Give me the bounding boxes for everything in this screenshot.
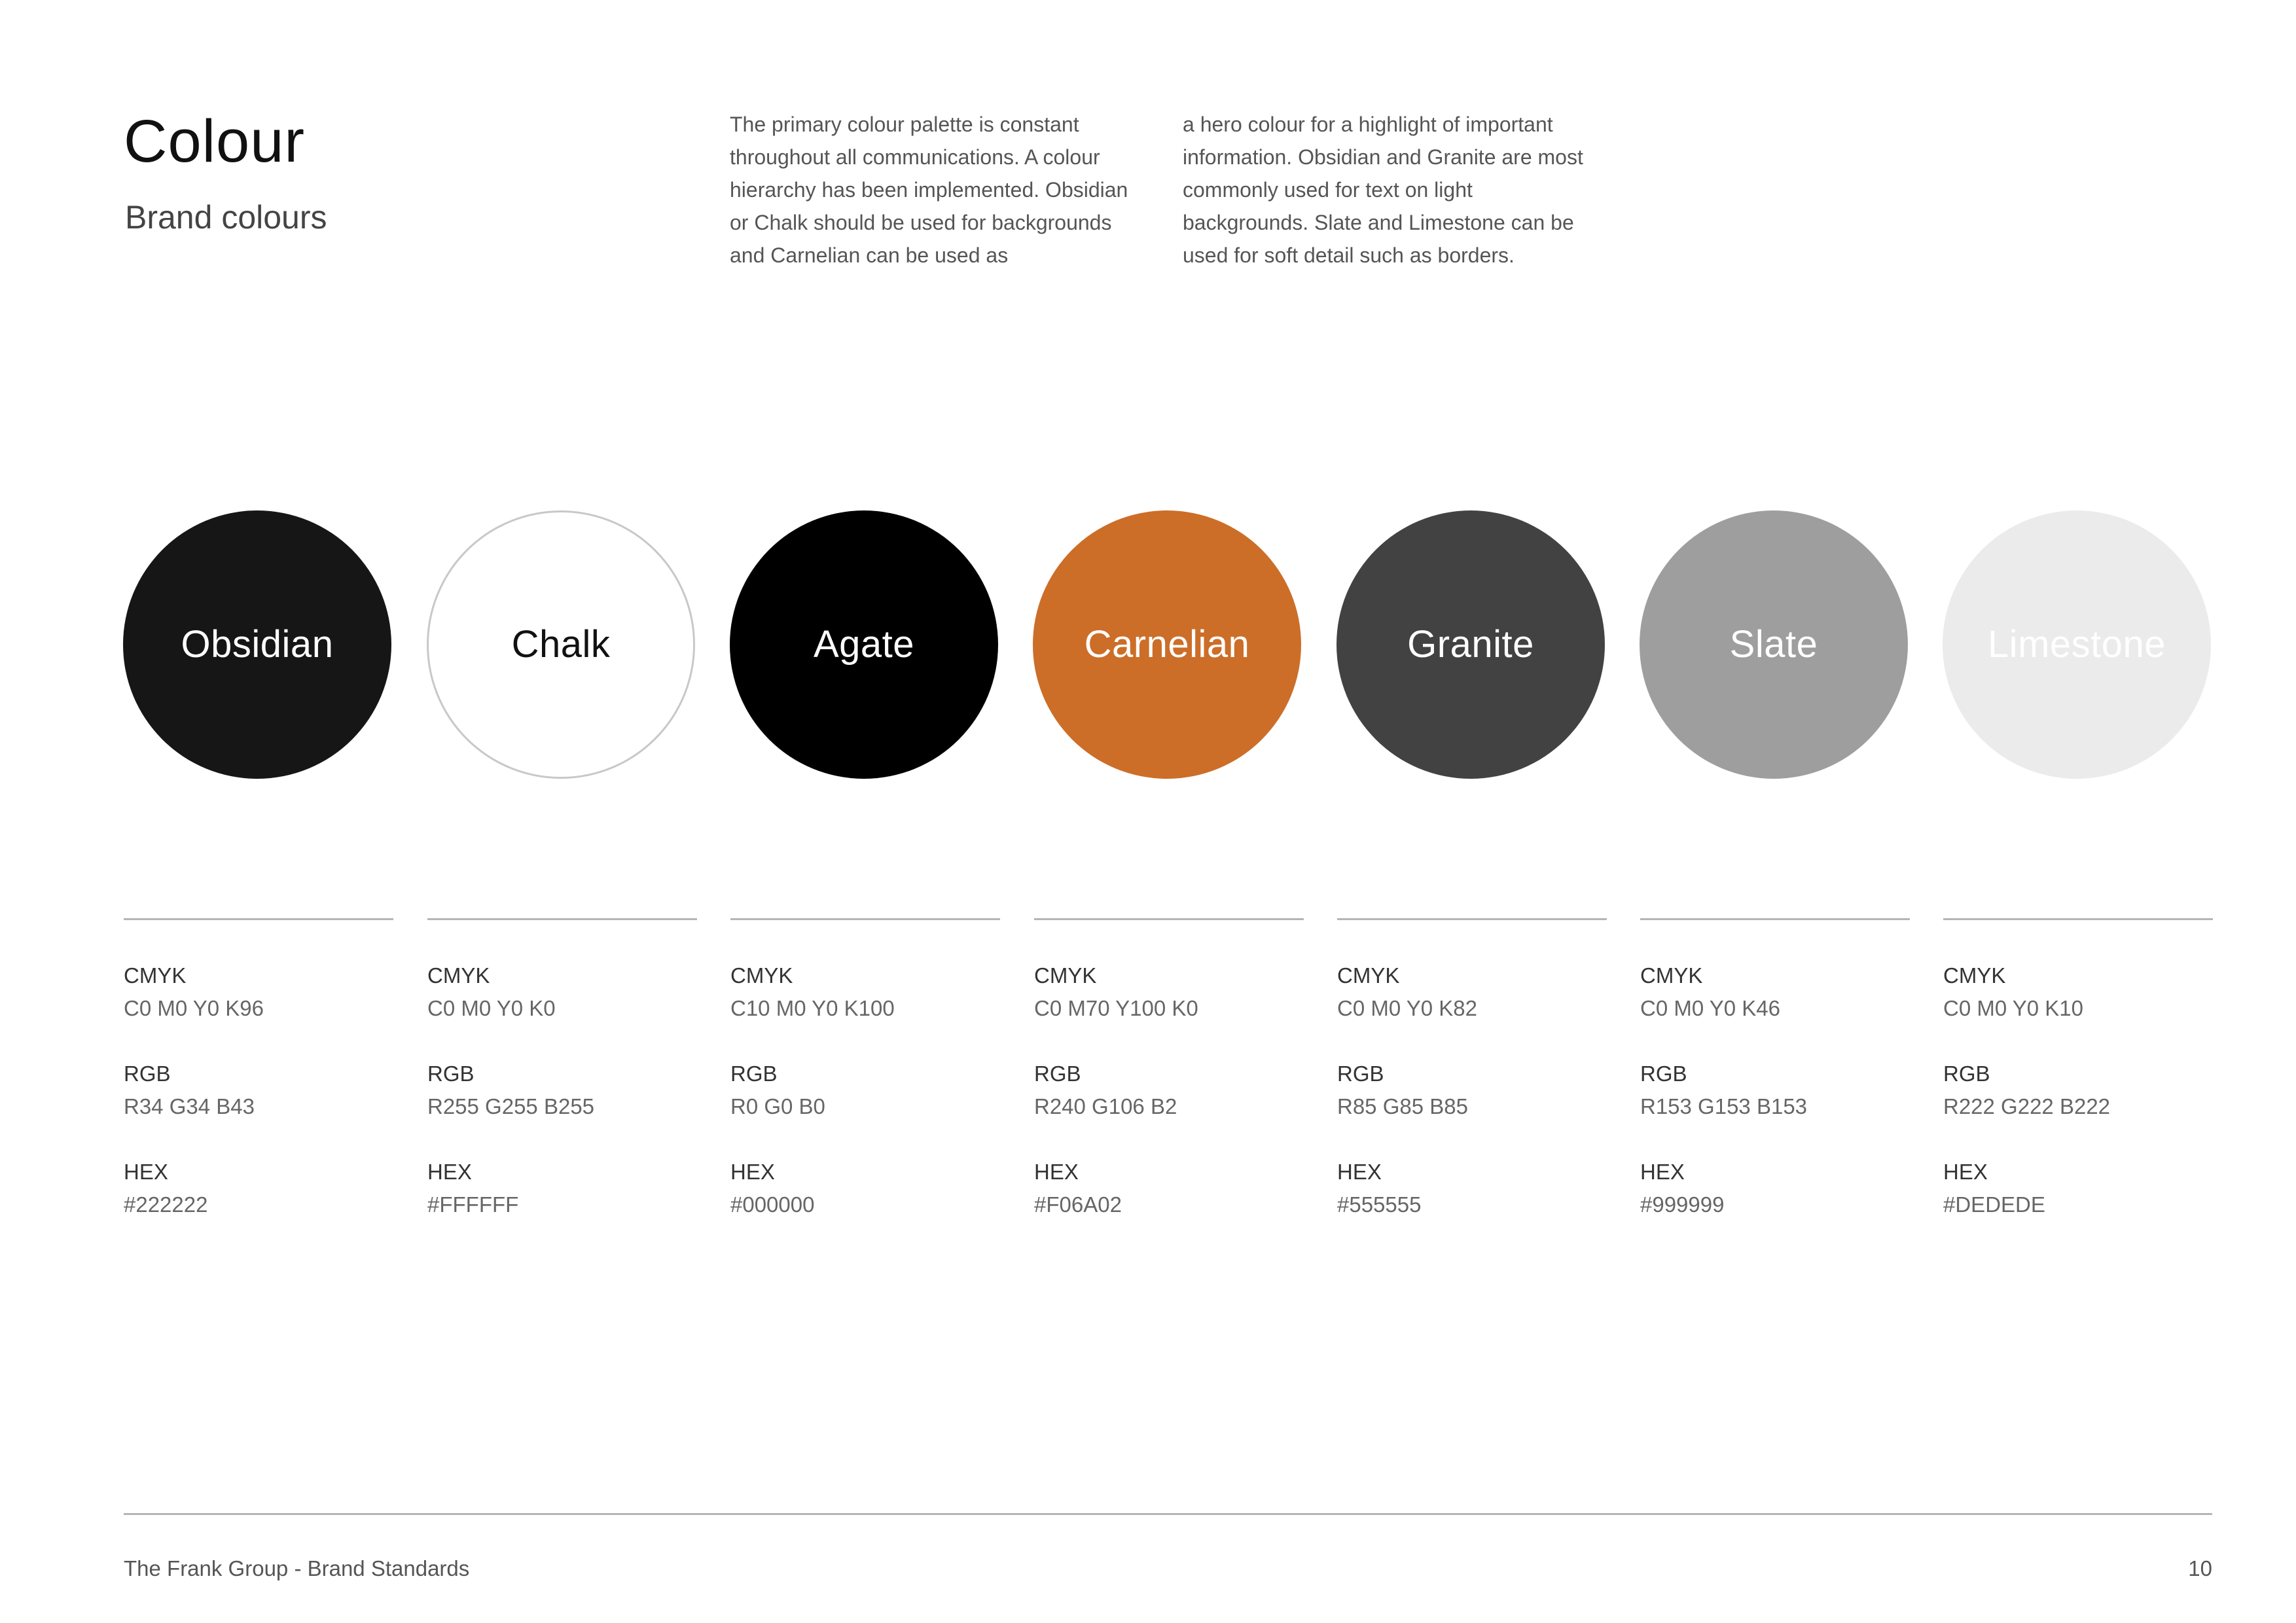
swatch-label: Limestone [1987, 623, 2166, 666]
spec-carnelian: CMYK C0 M70 Y100 K0 RGB R240 G106 B2 HEX… [1034, 918, 1304, 1254]
page-number: 10 [2188, 1556, 2212, 1580]
hex-label: HEX [1943, 1160, 1988, 1184]
hex-value: #555555 [1337, 1192, 1422, 1217]
cmyk-label: CMYK [730, 963, 793, 988]
hex-value: #222222 [124, 1192, 208, 1217]
spec-granite: CMYK C0 M0 Y0 K82 RGB R85 G85 B85 HEX #5… [1337, 918, 1607, 1254]
cmyk-value: C0 M0 Y0 K82 [1337, 996, 1478, 1020]
hex-label: HEX [427, 1160, 472, 1184]
spec-agate: CMYK C10 M0 Y0 K100 RGB R0 G0 B0 HEX #00… [730, 918, 1000, 1254]
cmyk-label: CMYK [1640, 963, 1703, 988]
rgb-label: RGB [1034, 1061, 1081, 1086]
swatch-limestone: Limestone [1943, 510, 2211, 779]
spec-chalk: CMYK C0 M0 Y0 K0 RGB R255 G255 B255 HEX … [427, 918, 697, 1254]
swatch-label: Agate [813, 623, 915, 666]
cmyk-label: CMYK [1034, 963, 1097, 988]
hex-label: HEX [1034, 1160, 1079, 1184]
rgb-value: R255 G255 B255 [427, 1094, 595, 1118]
rgb-label: RGB [124, 1061, 171, 1086]
rgb-value: R0 G0 B0 [730, 1094, 825, 1118]
cmyk-value: C10 M0 Y0 K100 [730, 996, 895, 1020]
hex-value: #999999 [1640, 1192, 1725, 1217]
cmyk-label: CMYK [124, 963, 187, 988]
swatch-carnelian: Carnelian [1033, 510, 1301, 779]
rgb-label: RGB [427, 1061, 475, 1086]
cmyk-value: C0 M70 Y100 K0 [1034, 996, 1198, 1020]
swatch-label: Carnelian [1084, 623, 1250, 666]
divider [427, 918, 697, 920]
spec-slate: CMYK C0 M0 Y0 K46 RGB R153 G153 B153 HEX… [1640, 918, 1910, 1254]
hex-value: #F06A02 [1034, 1192, 1122, 1217]
divider [1640, 918, 1910, 920]
divider [1943, 918, 2213, 920]
spec-limestone: CMYK C0 M0 Y0 K10 RGB R222 G222 B222 HEX… [1943, 918, 2213, 1254]
intro-paragraph-2: a hero colour for a highlight of importa… [1183, 113, 1583, 267]
intro-paragraph-1: The primary colour palette is constant t… [730, 113, 1128, 267]
rgb-value: R222 G222 B222 [1943, 1094, 2111, 1118]
swatch-label: Chalk [511, 623, 611, 666]
hex-value: #000000 [730, 1192, 815, 1217]
cmyk-value: C0 M0 Y0 K96 [124, 996, 264, 1020]
page-subtitle: Brand colours [125, 199, 327, 236]
hex-label: HEX [124, 1160, 168, 1184]
divider [1034, 918, 1304, 920]
swatch-granite: Granite [1336, 510, 1605, 779]
cmyk-value: C0 M0 Y0 K10 [1943, 996, 2084, 1020]
divider [730, 918, 1000, 920]
cmyk-value: C0 M0 Y0 K0 [427, 996, 556, 1020]
rgb-value: R240 G106 B2 [1034, 1094, 1177, 1118]
cmyk-label: CMYK [427, 963, 490, 988]
swatch-label: Obsidian [181, 623, 334, 666]
footer-divider [124, 1513, 2212, 1515]
page-title: Colour [124, 108, 306, 175]
hex-label: HEX [730, 1160, 775, 1184]
hex-label: HEX [1640, 1160, 1685, 1184]
rgb-label: RGB [730, 1061, 778, 1086]
footer-document-title: The Frank Group - Brand Standards [124, 1556, 470, 1580]
rgb-label: RGB [1337, 1061, 1384, 1086]
cmyk-label: CMYK [1943, 963, 2006, 988]
swatch-chalk: Chalk [427, 510, 695, 779]
hex-value: #FFFFFF [427, 1192, 519, 1217]
rgb-label: RGB [1640, 1061, 1687, 1086]
hex-label: HEX [1337, 1160, 1382, 1184]
swatch-label: Granite [1407, 623, 1534, 666]
hex-value: #DEDEDE [1943, 1192, 2045, 1217]
swatch-obsidian: Obsidian [123, 510, 391, 779]
swatch-agate: Agate [730, 510, 998, 779]
rgb-value: R153 G153 B153 [1640, 1094, 1808, 1118]
swatch-slate: Slate [1640, 510, 1908, 779]
rgb-value: R85 G85 B85 [1337, 1094, 1468, 1118]
cmyk-label: CMYK [1337, 963, 1400, 988]
spec-obsidian: CMYK C0 M0 Y0 K96 RGB R34 G34 B43 HEX #2… [124, 918, 393, 1254]
cmyk-value: C0 M0 Y0 K46 [1640, 996, 1781, 1020]
rgb-value: R34 G34 B43 [124, 1094, 255, 1118]
rgb-label: RGB [1943, 1061, 1990, 1086]
swatch-label: Slate [1729, 623, 1818, 666]
divider [1337, 918, 1607, 920]
divider [124, 918, 393, 920]
